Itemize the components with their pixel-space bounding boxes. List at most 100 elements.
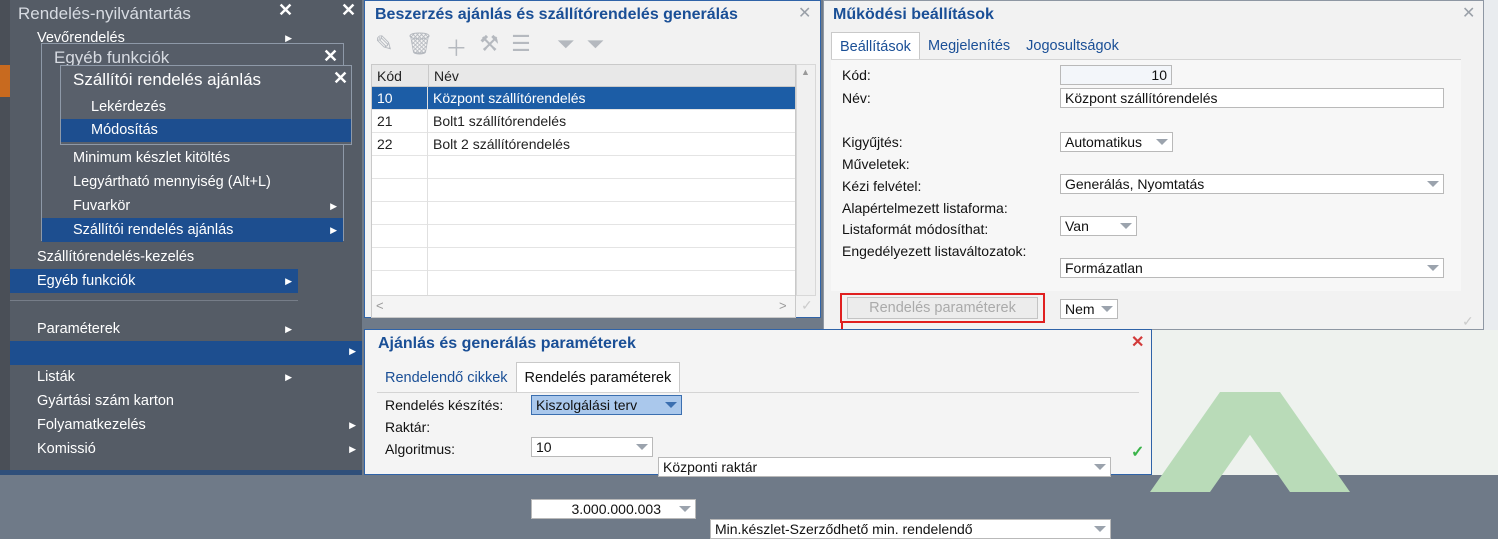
select-value: 3.000.000.003 <box>571 501 661 517</box>
submenu-item-minimum[interactable]: Minimum készlet kitöltés <box>42 146 343 170</box>
menu-item-label: Lekérdezés <box>91 99 166 115</box>
chevron-down-icon <box>665 402 677 408</box>
window-title: Beszerzés ajánlás és szállítórendelés ge… <box>375 6 738 23</box>
menu-item-parameterek[interactable]: Paraméterek ▶ <box>10 317 298 341</box>
menu-item-label: Szállítórendelés-kezelés <box>37 249 195 265</box>
tab-megjelenites[interactable]: Megjelenítés <box>920 32 1018 60</box>
tools-icon[interactable]: ⚒ <box>479 31 499 63</box>
select-value: Generálás, Nyomtatás <box>1065 176 1205 192</box>
vertical-scrollbar[interactable]: ▲ <box>796 64 816 296</box>
menu-item-label: Fuvarkör <box>73 198 131 214</box>
table-row[interactable]: 21 Bolt1 szállítórendelés <box>372 110 795 133</box>
raktar-code-select[interactable]: 10 <box>531 437 653 457</box>
menu-item-gyartasi[interactable]: Gyártási szám karton <box>10 389 362 413</box>
select-value: Központi raktár <box>663 459 758 475</box>
table-header: Kód Név <box>372 65 795 87</box>
column-divider <box>427 87 428 295</box>
close-icon[interactable]: ✕ <box>341 0 356 21</box>
submenu-szallitoi: Szállítói rendelés ajánlás ✕ Lekérdezés … <box>60 65 352 145</box>
menu-item-listak[interactable]: Listák ▶ <box>10 365 362 389</box>
close-icon[interactable]: ✕ <box>323 46 338 67</box>
submenu-item-lekerdezes[interactable]: Lekérdezés <box>61 96 351 119</box>
trash-icon[interactable]: 🗑 <box>405 31 433 63</box>
close-icon[interactable]: ✕ <box>333 68 348 89</box>
keszites-select[interactable]: Kiszolgálási terv <box>531 395 682 415</box>
pencil-icon[interactable]: ✎ <box>375 31 393 63</box>
tab-bar: Rendelendő cikkek Rendelés paraméterek <box>377 362 681 392</box>
window-title: Ajánlás és generálás paraméterek <box>378 335 636 352</box>
select-value: Automatikus <box>1065 134 1143 150</box>
select-value: Min.készlet-Szerződhető min. rendelendő <box>715 521 973 537</box>
list-icon[interactable]: ☰ <box>511 31 531 63</box>
submenu-item-modositas[interactable]: Módosítás <box>61 119 351 142</box>
modosithat-label: Listaformát módosíthat: <box>842 221 989 237</box>
kod-field[interactable]: 10 <box>1060 65 1172 85</box>
menu-divider <box>10 300 298 301</box>
chevron-left-icon[interactable]: < <box>376 298 384 313</box>
kod-label: Kód: <box>842 67 871 83</box>
chevron-right-icon[interactable]: > <box>779 298 787 313</box>
table-row <box>372 248 795 271</box>
chevron-down-icon <box>1156 139 1168 145</box>
horizontal-scrollbar[interactable]: < > <box>372 295 795 317</box>
menu-item-label: Szállítói rendelés ajánlás <box>73 222 234 238</box>
tab-beallitasok[interactable]: Beállítások <box>831 32 920 60</box>
muveletek-label: Műveletek: <box>842 156 910 172</box>
check-icon[interactable]: ✓ <box>801 297 813 314</box>
column-header[interactable]: Kód <box>372 65 402 87</box>
kigyujtes-select[interactable]: Automatikus <box>1060 132 1173 152</box>
table-row <box>372 156 795 179</box>
chevron-right-icon: ▶ <box>285 372 292 382</box>
menu-item-komissio[interactable]: Komissió ▶ <box>10 437 362 461</box>
menu-item-label: Egyéb funkciók <box>37 273 136 289</box>
check-icon[interactable]: ✓ <box>1131 442 1144 462</box>
menu-item-szallitorendeles[interactable]: Szállítórendelés-kezelés <box>10 245 298 269</box>
close-icon[interactable]: ✕ <box>1131 332 1144 352</box>
menu-item-label: Módosítás <box>91 122 158 138</box>
submenu-item-legyarthato[interactable]: Legyártható mennyiség (Alt+L) <box>42 170 343 194</box>
menu-item-highlight[interactable]: ▶ <box>10 341 362 365</box>
main-menu-title: Rendelés-nyilvántartás <box>18 4 191 23</box>
column-header[interactable]: Név <box>428 65 459 87</box>
chevron-right-icon: ▶ <box>349 420 356 430</box>
filter-clear-icon[interactable]: ⏷ <box>586 31 604 63</box>
nev-field[interactable]: Központ szállítórendelés <box>1060 88 1444 108</box>
filter-icon[interactable]: ⏷ <box>557 31 575 63</box>
chevron-down-icon <box>636 444 648 450</box>
submenu-item-szallitoi[interactable]: Szállítói rendelés ajánlás ▶ <box>42 218 343 242</box>
tab-rendelendo-cikkek[interactable]: Rendelendő cikkek <box>377 364 516 392</box>
close-icon[interactable]: ✕ <box>798 3 811 23</box>
tab-jogosultsagok[interactable]: Jogosultságok <box>1018 32 1127 60</box>
select-value: Van <box>1065 218 1089 234</box>
raktar-name-select[interactable]: Központi raktár <box>658 457 1111 477</box>
select-value: Kiszolgálási terv <box>536 397 638 413</box>
menu-item-folyamat[interactable]: Folyamatkezelés ▶ <box>10 413 362 437</box>
table-row[interactable]: 22 Bolt 2 szállítórendelés <box>372 133 795 156</box>
cell-name: Központ szállítórendelés <box>433 90 586 106</box>
menu-item-egyeb[interactable]: Egyéb funkciók ▶ <box>10 269 298 293</box>
plus-icon[interactable]: ＋ <box>445 31 467 63</box>
algoritmus-name-select[interactable]: Min.készlet-Szerződhető min. rendelendő <box>710 519 1111 539</box>
check-icon[interactable]: ✓ <box>1462 313 1474 330</box>
modosithat-select[interactable]: Nem <box>1060 299 1118 319</box>
chevron-down-icon <box>1101 306 1113 312</box>
kezi-label: Kézi felvétel: <box>842 178 922 194</box>
bottom-bar <box>0 470 362 475</box>
listaforma-select[interactable]: Formázatlan <box>1060 258 1444 278</box>
submenu-item-fuvarkor[interactable]: Fuvarkör ▶ <box>42 194 343 218</box>
cell-code: 21 <box>377 113 393 129</box>
chevron-right-icon: ▶ <box>349 444 356 454</box>
table-row[interactable]: 10 Központ szállítórendelés <box>372 87 795 110</box>
cell-code: 22 <box>377 136 393 152</box>
algoritmus-code-select[interactable]: 3.000.000.003 <box>531 499 696 519</box>
rendeles-parameterek-button[interactable]: Rendelés paraméterek <box>847 297 1038 319</box>
settings-window: Működési beállítások ✕ Beállítások Megje… <box>823 0 1484 361</box>
kezi-select[interactable]: Van <box>1060 216 1137 236</box>
kigyujtes-label: Kigyűjtés: <box>842 134 903 150</box>
chevron-down-icon <box>1094 464 1106 470</box>
tab-rendeles-parameterek[interactable]: Rendelés paraméterek <box>515 362 681 392</box>
close-icon[interactable]: ✕ <box>278 0 293 21</box>
chevron-up-icon[interactable]: ▲ <box>801 67 810 77</box>
close-icon[interactable]: ✕ <box>1462 3 1475 23</box>
muveletek-select[interactable]: Generálás, Nyomtatás <box>1060 174 1444 194</box>
